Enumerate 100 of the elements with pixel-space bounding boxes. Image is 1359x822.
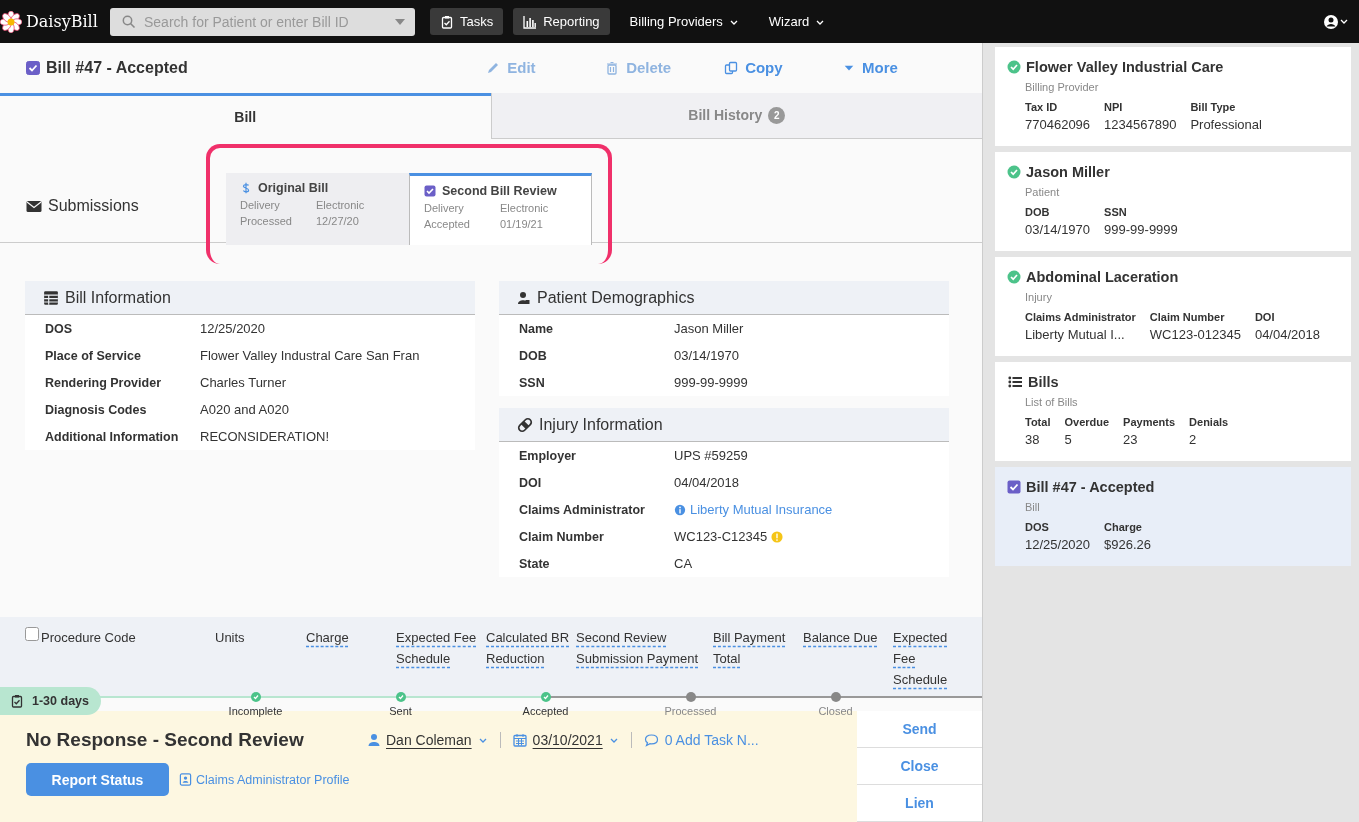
copy-icon [724,60,739,75]
field-label: Claims Administrator [1025,311,1136,323]
column-header[interactable]: Second Review Submission Payment [576,626,713,669]
list-icon [1007,375,1023,389]
field-label: DOB [1025,206,1051,218]
clipboard-icon [10,694,24,708]
clipboard-icon [440,14,454,29]
submissions-label: Submissions [48,197,139,216]
table-icon [43,289,59,306]
submission-tab[interactable]: Original Bill Delivery Electronic Processed 12/27/20 [226,173,409,246]
nav-menu[interactable]: Wizard [758,8,836,35]
card-subtitle: Injury [1024,291,1053,303]
step-label: Sent [389,705,412,717]
field-label: Employer [519,448,577,463]
field-value: 770462096 [1025,117,1091,132]
field-label: Additional Information [45,429,180,444]
summary-card[interactable]: Flower Valley Industrial Care Billing Provider Tax ID 770462096 NPI 1234567890 Bill Type Professional [995,47,1351,146]
date-picker[interactable]: 03/10/2021 [512,732,631,748]
field-value: 01/19/21 [500,218,544,231]
card-subtitle: List of Bills [1024,396,1079,408]
check-circle-icon [1007,60,1021,74]
nav-menu[interactable]: Billing Providers [619,8,749,35]
field-value: UPS #59259 [674,448,748,464]
field-value: 2 [1189,432,1198,447]
field-value: Charles Turner [200,375,286,391]
summary-card[interactable]: Bill #47 - Accepted Bill DOS 12/25/2020 Charge $926.26 [995,467,1351,566]
field-label: Tax ID [1025,101,1059,113]
submission-title: Original Bill [258,181,329,196]
card-title: Abdominal Laceration [1026,269,1179,285]
field-value: 12/27/20 [316,215,360,228]
select-all-checkbox[interactable] [25,626,39,641]
card-title: Jason Miller [1026,164,1110,180]
field-value: 5 [1064,432,1073,447]
field-label: DOS [45,321,74,336]
field-label: NPI [1104,101,1124,113]
field-value: Electronic [500,202,550,215]
field-label: Overdue [1064,416,1110,428]
dropdown-caret-icon[interactable] [395,18,405,25]
field-label: Claim Number [1149,311,1226,323]
field-label: DOS [1025,521,1050,533]
summary-card[interactable]: Bills List of Bills Total 38 Overdue 5 Payments 23 Denials 2 [995,362,1351,461]
field-value: A020 and A020 [200,402,289,418]
column-header[interactable]: Units [215,626,245,648]
step-label: Closed [818,705,853,717]
field-label: Place of Service [45,348,142,363]
column-header[interactable]: Bill Payment Total [713,626,803,669]
field-label: Charge [1104,521,1143,533]
calendar-icon [512,733,527,747]
card-title: Bills [1028,374,1059,390]
summary-card[interactable]: Abdominal Laceration Injury Claims Administrator Liberty Mutual I... Claim Number WC123-012345 DOI 04/04/2018 [995,257,1351,356]
step-label: Incomplete [228,705,283,717]
field-value: Liberty Mutual I... [1025,327,1126,342]
field-label: Processed [240,215,293,228]
field-label: SSN [519,375,546,390]
nav-button[interactable]: Reporting [513,8,610,35]
column-header[interactable]: Procedure Code [41,626,136,648]
person-icon [517,290,531,305]
column-header[interactable]: Expected Fee Schedule [396,626,486,669]
brand-name[interactable]: DaisyBill [26,12,98,31]
field-value: CA [674,556,693,572]
field-value: 12/25/2020 [1025,537,1091,552]
bill-title: Bill #47 - Accepted [46,58,188,77]
field-label: Payments [1123,416,1176,428]
submission-tab[interactable]: Second Bill Review Delivery Electronic Accepted 01/19/21 [409,173,592,246]
submission-title: Second Bill Review [442,184,557,199]
field-label: Bill Type [1190,101,1237,113]
trash-icon [605,60,620,75]
assignee-picker[interactable]: Dan Coleman [368,732,500,748]
field-value: Electronic [316,199,366,212]
id-card-icon [179,773,192,786]
panel-title: Patient Demographics [537,288,695,307]
column-header[interactable]: Expected Fee Schedule [893,626,953,690]
field-value: 03/14/1970 [1025,222,1091,237]
user-icon [368,733,380,747]
column-header[interactable]: Calculated BR Reduction [486,626,576,669]
summary-card[interactable]: Jason Miller Patient DOB 03/14/1970 SSN 999-99-9999 [995,152,1351,251]
field-value: 04/04/2018 [1254,327,1320,342]
field-value: $926.26 [1104,537,1152,552]
count-badge: 2 [768,106,786,124]
field-label: Claim Number [519,529,605,544]
column-header[interactable]: Charge [306,626,349,648]
step-label: Processed [664,705,717,717]
step-label: Accepted [522,705,569,717]
field-label: Diagnosis Codes [45,402,148,417]
field-value: 12/25/2020 [200,321,266,337]
age-badge: 1-30 days [0,687,101,715]
card-subtitle: Bill [1024,501,1041,513]
search-field[interactable]: Search for Patient or enter Bill ID [110,7,415,36]
nav-button[interactable]: Tasks [430,8,504,35]
field-label: Rendering Provider [45,375,162,390]
pencil-icon [486,60,501,75]
search-icon [122,14,136,29]
field-value: WC123-C12345 [674,529,768,545]
bar-chart-icon [523,14,538,29]
column-header[interactable]: Balance Due [803,626,878,648]
speech-bubble-icon [643,733,659,747]
field-label: State [519,556,551,571]
bill-checkbox[interactable] [26,60,40,75]
field-label: Name [519,321,555,336]
field-value: 23 [1123,432,1139,447]
